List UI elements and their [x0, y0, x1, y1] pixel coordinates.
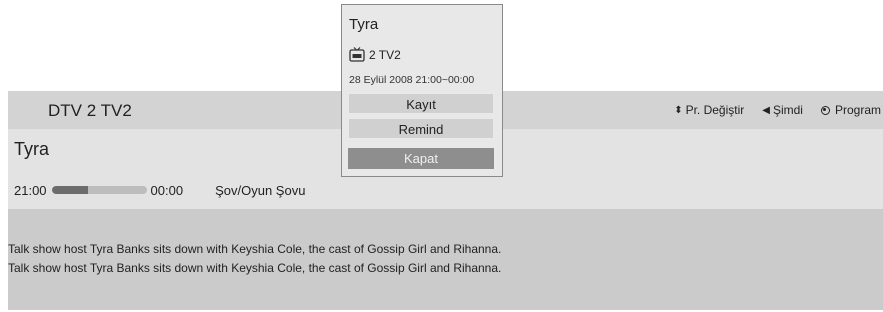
program-popup: Tyra 2 TV2 28 Eylül 2008 21:00~00:00 Kay… [341, 4, 503, 177]
program-title: Tyra [14, 139, 50, 159]
description-line: Talk show host Tyra Banks sits down with… [8, 242, 502, 256]
program-progress-bar [51, 186, 147, 194]
program-label: Program [834, 103, 881, 117]
popup-datetime: 28 Eylül 2008 21:00~00:00 [349, 74, 475, 86]
up-down-arrows-icon: ⬍ [674, 104, 683, 116]
change-channel-control[interactable]: ⬍ Pr. Değiştir [674, 103, 744, 117]
tv-icon [349, 47, 365, 62]
program-genre: Şov/Oyun Şovu [215, 182, 306, 198]
change-channel-label: Pr. Değiştir [685, 103, 745, 117]
program-control[interactable]: Program [820, 103, 881, 117]
description-line: Talk show host Tyra Banks sits down with… [8, 261, 502, 275]
start-time: 21:00 [14, 182, 47, 198]
popup-title: Tyra [349, 16, 379, 33]
program-progress-fill [51, 186, 88, 194]
remind-button[interactable]: Remind [348, 118, 494, 139]
left-arrow-icon: ◀ [762, 104, 770, 116]
record-button[interactable]: Kayıt [348, 93, 494, 114]
close-button[interactable]: Kapat [348, 148, 494, 169]
popup-channel-label: 2 TV2 [369, 47, 401, 62]
channel-name: DTV 2 TV2 [48, 101, 132, 120]
now-label: Şimdi [772, 103, 803, 117]
radio-button-icon [820, 105, 830, 115]
program-time-row: 21:00 00:00 Şov/Oyun Şovu [14, 182, 305, 198]
popup-channel: 2 TV2 [349, 47, 401, 62]
program-description-panel: Talk show host Tyra Banks sits down with… [8, 209, 883, 310]
now-control[interactable]: ◀ Şimdi [762, 103, 803, 117]
top-controls: ⬍ Pr. Değiştir ◀ Şimdi Program [656, 103, 883, 117]
end-time: 00:00 [150, 182, 184, 198]
